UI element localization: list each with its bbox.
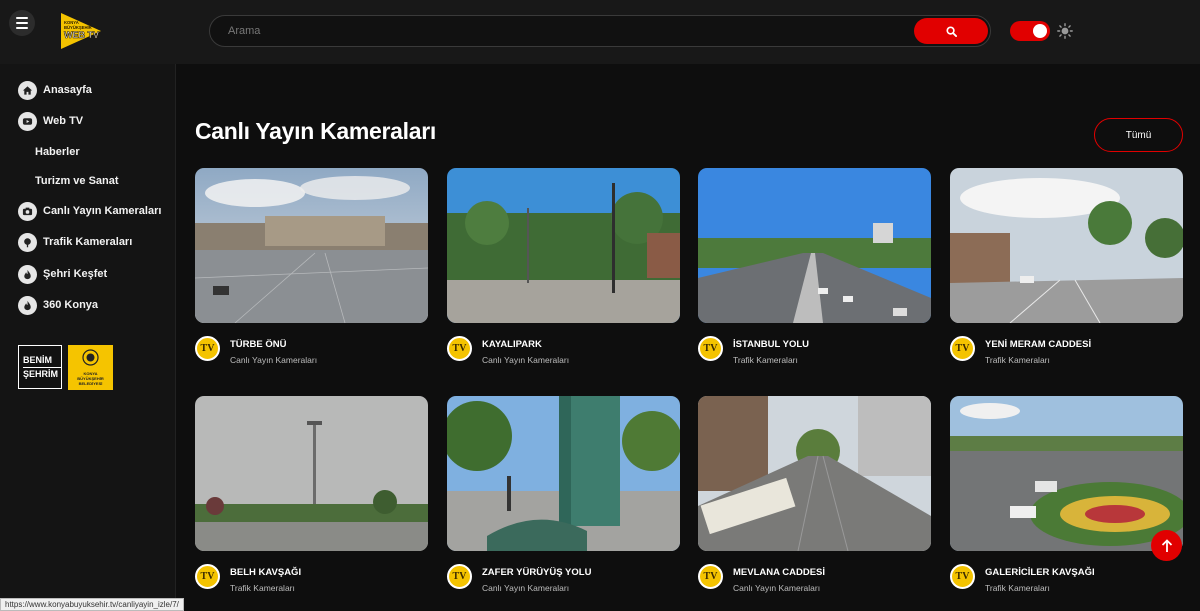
camera-thumbnail[interactable] [195, 168, 428, 323]
camera-thumbnail[interactable] [447, 396, 680, 551]
camera-thumbnail[interactable] [698, 168, 931, 323]
search-input[interactable] [228, 16, 908, 46]
theme-toggle[interactable] [1010, 21, 1050, 41]
camera-category: Canlı Yayın Kameraları [230, 355, 318, 365]
traffic-light-icon [18, 232, 37, 252]
camera-category: Trafik Kameraları [733, 355, 798, 365]
sidebar-item-turizm-ve-sanat[interactable]: Turizm ve Sanat [35, 175, 119, 187]
tv-badge-icon: TV [195, 336, 220, 361]
camera-name: MEVLANA CADDESİ [733, 567, 826, 578]
brand-text: BENİM [23, 354, 52, 365]
konya-buyuksehir-logo[interactable]: KONYA BÜYÜKŞEHİR BELEDİYESİ [68, 345, 113, 390]
search-icon [945, 25, 957, 37]
brand-text: ŞEHRİM [23, 366, 61, 380]
tv-badge-icon: TV [950, 564, 975, 589]
camera-name: BELH KAVŞAĞI [230, 567, 302, 578]
camera-thumbnail[interactable] [447, 168, 680, 323]
sidebar-item-label: Canlı Yayın Kameraları [43, 205, 162, 217]
camera-category: Trafik Kameraları [985, 355, 1050, 365]
tv-badge-icon: TV [447, 564, 472, 589]
home-icon [18, 80, 37, 100]
search-bar [209, 15, 991, 47]
menu-icon[interactable] [9, 10, 35, 36]
camera-card[interactable]: TV BELH KAVŞAĞI Trafik Kameraları [195, 396, 428, 604]
benim-sehrim-logo[interactable]: BENİM ŞEHRİM [18, 345, 62, 389]
sidebar-item-label: Anasayfa [43, 84, 92, 96]
camera-category: Trafik Kameraları [985, 583, 1050, 593]
camera-card[interactable]: TV MEVLANA CADDESİ Canlı Yayın Kameralar… [698, 396, 931, 604]
camera-name: GALERİCİLER KAVŞAĞI [985, 567, 1095, 578]
sidebar-item-haberler[interactable]: Haberler [35, 146, 80, 158]
camera-name: İSTANBUL YOLU [733, 339, 810, 350]
camera-category: Trafik Kameraları [230, 583, 295, 593]
sidebar-item-anasayfa[interactable]: Anasayfa [18, 80, 92, 100]
tv-badge-icon: TV [447, 336, 472, 361]
top-header: KONYA BÜYÜKŞEHİR WEB TV [0, 0, 1200, 64]
camera-card[interactable]: TV İSTANBUL YOLU Trafik Kameraları [698, 168, 931, 376]
arrow-up-icon [1161, 538, 1172, 552]
sidebar-item-label: Şehri Keşfet [43, 268, 108, 280]
sidebar-item-sehri-kesfet[interactable]: Şehri Keşfet [18, 264, 107, 284]
seal-icon [82, 349, 99, 366]
camera-thumbnail[interactable] [195, 396, 428, 551]
sidebar: Anasayfa Web TV Haberler Turizm ve Sanat… [0, 64, 176, 611]
svg-text:WEB TV: WEB TV [64, 30, 99, 40]
camera-name: TÜRBE ÖNÜ [230, 339, 287, 350]
camera-thumbnail[interactable] [698, 396, 931, 551]
sidebar-item-web-tv[interactable]: Web TV [18, 111, 83, 131]
tv-badge-icon: TV [950, 336, 975, 361]
camera-card[interactable]: TV YENİ MERAM CADDESİ Trafik Kameraları [950, 168, 1183, 376]
sun-icon[interactable] [1057, 23, 1073, 39]
tv-badge-icon: TV [195, 564, 220, 589]
camera-name: KAYALIPARK [482, 339, 542, 350]
camera-card[interactable]: TV GALERİCİLER KAVŞAĞI Trafik Kameraları [950, 396, 1183, 604]
page-title: Canlı Yayın Kameraları [195, 118, 436, 144]
camera-category: Canlı Yayın Kameraları [733, 583, 821, 593]
camera-card[interactable]: TV TÜRBE ÖNÜ Canlı Yayın Kameraları [195, 168, 428, 376]
sidebar-item-label: 360 Konya [43, 299, 99, 311]
sidebar-item-360-konya[interactable]: 360 Konya [18, 295, 98, 315]
search-button[interactable] [914, 18, 988, 44]
camera-name: YENİ MERAM CADDESİ [985, 339, 1092, 350]
web-tv-logo[interactable]: KONYA BÜYÜKŞEHİR WEB TV [57, 10, 103, 52]
camera-thumbnail[interactable] [950, 396, 1183, 551]
camera-category: Canlı Yayın Kameraları [482, 355, 570, 365]
youtube-icon [18, 111, 37, 131]
view-all-button[interactable]: Tümü [1094, 118, 1183, 152]
tv-badge-icon: TV [698, 336, 723, 361]
brand-text: BELEDİYESİ [78, 381, 103, 386]
scroll-to-top-button[interactable] [1151, 530, 1182, 561]
tv-badge-icon: TV [698, 564, 723, 589]
sidebar-item-canli-yayin-kameralari[interactable]: Canlı Yayın Kameraları [18, 201, 161, 221]
camera-card[interactable]: TV ZAFER YÜRÜYÜŞ YOLU Canlı Yayın Kamera… [447, 396, 680, 604]
camera-name: ZAFER YÜRÜYÜŞ YOLU [482, 567, 592, 578]
sidebar-item-trafik-kameralari[interactable]: Trafik Kameraları [18, 232, 132, 252]
sidebar-item-label: Trafik Kameraları [43, 236, 133, 248]
flame-icon [18, 264, 37, 284]
status-bar-url: https://www.konyabuyuksehir.tv/canliyayi… [0, 598, 184, 611]
sidebar-item-label: Web TV [43, 115, 84, 127]
camera-icon [18, 201, 37, 221]
flame-icon [18, 295, 37, 315]
camera-category: Canlı Yayın Kameraları [482, 583, 570, 593]
camera-card[interactable]: TV KAYALIPARK Canlı Yayın Kameraları [447, 168, 680, 376]
camera-thumbnail[interactable] [950, 168, 1183, 323]
